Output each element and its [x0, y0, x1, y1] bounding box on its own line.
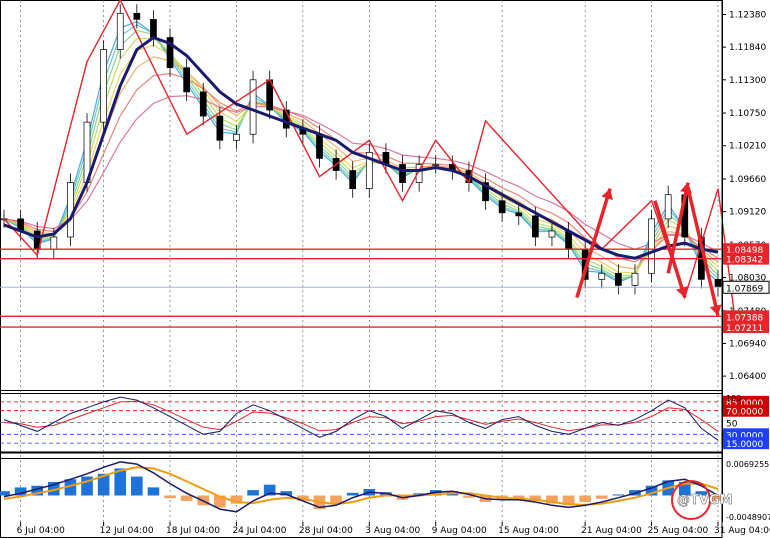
macd-histogram-bar	[180, 495, 193, 501]
price-tick-label: 1.09660	[729, 175, 766, 185]
candle-body	[249, 79, 257, 135]
time-tick-label: 15 Aug 04:00	[498, 526, 559, 536]
candle-body	[233, 133, 240, 141]
macd-histogram-bar	[164, 495, 176, 499]
macd-histogram-bar	[247, 490, 259, 496]
candle-body	[531, 215, 539, 238]
candle-body	[548, 230, 556, 238]
time-tick-label: 21 Aug 04:00	[581, 526, 642, 536]
ribbon-line	[3, 95, 719, 253]
ribbon-line	[3, 56, 719, 270]
candle-body	[316, 133, 323, 159]
candle-body	[183, 67, 191, 93]
time-tick-label: 9 Aug 04:00	[432, 526, 487, 536]
macd-panel	[0, 461, 724, 513]
rsi-level-label: 15.0000	[726, 440, 763, 450]
macd-histogram-bar	[612, 494, 625, 496]
macd-histogram-bar	[330, 495, 342, 504]
candle-body	[116, 12, 124, 50]
candle-body	[199, 91, 207, 117]
candle-body	[631, 272, 639, 286]
price-tick-label: 1.11840	[729, 43, 766, 53]
rsi-slow-line	[3, 400, 719, 432]
macd-histogram-bar	[346, 492, 359, 496]
candle-body	[133, 12, 141, 20]
candle-body	[714, 278, 722, 288]
time-axis: 6 Jul 04:00 12 Jul 04:00 18 Jul 04:00 24 Ju…	[17, 522, 770, 536]
price-axis: 1.12380 1.11840 1.11300 1.10750 1.10210 1.096…	[722, 0, 770, 522]
candle-body	[150, 18, 157, 38]
candle-body	[100, 49, 107, 123]
time-tick-label: 12 Jul 04:00	[100, 526, 154, 536]
macd-histogram-bar	[131, 476, 143, 496]
macd-histogram-bar	[0, 491, 10, 496]
macd-main-line	[3, 461, 719, 513]
candle-body	[349, 170, 357, 190]
trend-arrow-head	[709, 304, 722, 316]
rsi-fast-line	[3, 396, 719, 441]
price-tick-label: 1.10210	[729, 142, 766, 152]
macd-histogram-bar	[147, 487, 160, 496]
candle-body	[515, 212, 523, 217]
horizontal-levels	[0, 248, 722, 328]
rsi-level-label: 50	[726, 420, 738, 430]
price-tick-label: 1.11300	[729, 76, 766, 86]
level-label: 1.07211	[726, 324, 763, 334]
candle-body	[664, 194, 672, 220]
chart-root: 1.12380 1.11840 1.11300 1.10750 1.10210 1.096…	[0, 0, 770, 538]
price-tick-label: 1.12380	[729, 11, 766, 21]
time-tick-label: 6 Jul 04:00	[17, 526, 66, 536]
candle-body	[216, 115, 224, 141]
watermark-text: @TVGM	[677, 493, 733, 508]
time-tick-label: 28 Jul 04:00	[299, 526, 353, 536]
time-tick-label: 31 Aug 04:00	[714, 526, 770, 536]
candle-body	[67, 182, 74, 238]
macd-top-label: 0.0069255	[726, 460, 769, 469]
ma-ribbon	[3, 20, 719, 283]
forex-chart: 1.12380 1.11840 1.11300 1.10750 1.10210 1.096…	[0, 0, 770, 538]
macd-bottom-label: -0.0048907	[726, 513, 770, 522]
rsi-top-label: 100	[726, 394, 741, 403]
candle-body	[399, 164, 406, 183]
macd-histogram-bar	[595, 495, 608, 499]
candle-body	[498, 200, 506, 214]
rsi-level-label: 70.0000	[726, 408, 763, 418]
time-tick-label: 18 Jul 04:00	[166, 526, 220, 536]
price-tick-label: 1.09120	[729, 208, 766, 218]
level-label: 1.07869	[726, 284, 763, 294]
price-tick-label: 1.06400	[729, 372, 766, 382]
time-tick-label: 3 Aug 04:00	[365, 526, 420, 536]
candle-body	[598, 272, 606, 280]
time-tick-label: 25 Aug 04:00	[648, 526, 709, 536]
candle-body	[615, 272, 622, 286]
price-tick-label: 1.06940	[729, 339, 766, 349]
macd-histogram-bar	[579, 495, 591, 503]
candle-body	[648, 218, 655, 274]
level-label: 1.08342	[726, 256, 763, 266]
time-tick-label: 24 Jul 04:00	[232, 526, 286, 536]
price-tick-label: 1.10750	[729, 109, 766, 119]
candle-body	[50, 236, 58, 250]
rsi-panel	[0, 396, 722, 444]
candle-body	[432, 164, 440, 166]
